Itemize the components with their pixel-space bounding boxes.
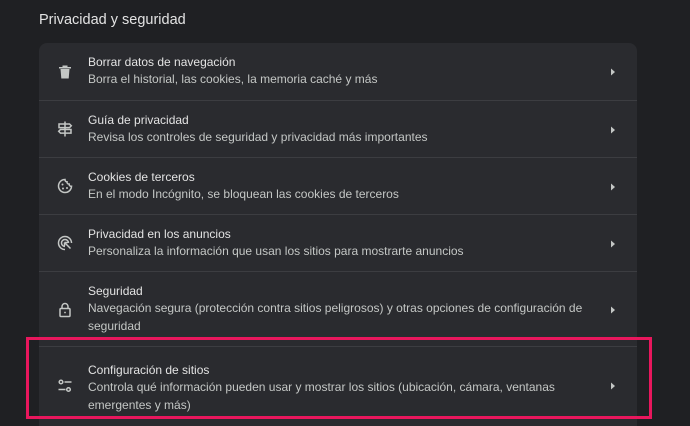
third-party-cookies-row[interactable]: Cookies de terceros En el modo Incógnito…: [39, 157, 637, 214]
row-label: Seguridad: [88, 284, 143, 298]
chevron-right-icon: [608, 67, 618, 77]
chevron-right-icon: [608, 239, 618, 249]
row-label: Borrar datos de navegación: [88, 55, 236, 69]
security-row[interactable]: Seguridad Navegación segura (protección …: [39, 271, 637, 346]
trash-icon: [56, 63, 74, 81]
cookie-icon: [56, 177, 74, 195]
row-label: Cookies de terceros: [88, 170, 195, 184]
row-label: Guía de privacidad: [88, 113, 189, 127]
ad-privacy-row[interactable]: Privacidad en los anuncios Personaliza l…: [39, 214, 637, 271]
chevron-right-icon: [608, 125, 618, 135]
tune-icon: [56, 377, 74, 395]
lock-icon: [56, 301, 74, 319]
chevron-right-icon: [608, 305, 618, 315]
row-description: Revisa los controles de seguridad y priv…: [88, 130, 428, 144]
chevron-right-icon: [608, 381, 618, 391]
chevron-right-icon: [608, 182, 618, 192]
site-settings-row[interactable]: Configuración de sitios Controla qué inf…: [39, 346, 637, 426]
row-description: Borra el historial, las cookies, la memo…: [88, 72, 378, 86]
section-title: Privacidad y seguridad: [39, 12, 186, 28]
privacy-settings-card: Borrar datos de navegación Borra el hist…: [39, 43, 637, 426]
row-label: Privacidad en los anuncios: [88, 227, 231, 241]
row-description: En el modo Incógnito, se bloquean las co…: [88, 187, 399, 201]
clear-browsing-data-row[interactable]: Borrar datos de navegación Borra el hist…: [39, 43, 637, 100]
row-label: Configuración de sitios: [88, 363, 210, 377]
row-description: Navegación segura (protección contra sit…: [88, 301, 583, 333]
row-description: Controla qué información pueden usar y m…: [88, 380, 555, 412]
privacy-guide-row[interactable]: Guía de privacidad Revisa los controles …: [39, 100, 637, 157]
signpost-icon: [56, 120, 74, 138]
row-description: Personaliza la información que usan los …: [88, 244, 464, 258]
ads-privacy-icon: [56, 234, 74, 252]
